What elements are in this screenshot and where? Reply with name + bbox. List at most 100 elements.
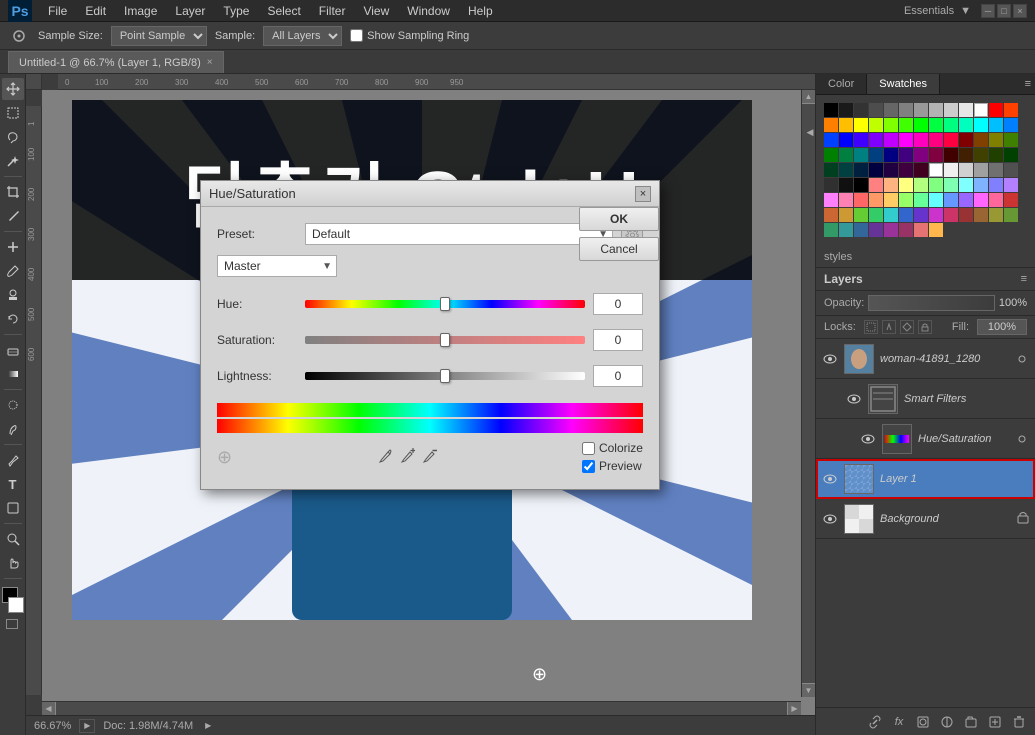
menu-help[interactable]: Help	[460, 2, 501, 20]
swatch-item[interactable]	[989, 208, 1003, 222]
swatch-item[interactable]	[974, 163, 988, 177]
swatch-item[interactable]	[869, 193, 883, 207]
layer-fx-button[interactable]: fx	[889, 712, 909, 732]
dodge-tool[interactable]	[2, 418, 24, 440]
swatch-item[interactable]	[974, 178, 988, 192]
swatch-item[interactable]	[839, 223, 853, 237]
channel-select[interactable]: Master ▼	[217, 255, 337, 277]
preview-checkbox[interactable]	[582, 460, 595, 473]
marquee-tool[interactable]	[2, 102, 24, 124]
hand-tool[interactable]	[2, 552, 24, 574]
swatch-item[interactable]	[974, 133, 988, 147]
swatch-blue[interactable]	[839, 133, 853, 147]
colorize-checkbox[interactable]	[582, 442, 595, 455]
menu-file[interactable]: File	[40, 2, 75, 20]
color-swatches[interactable]	[2, 587, 24, 613]
swatch-dark-green[interactable]	[824, 148, 838, 162]
swatch-item[interactable]	[884, 178, 898, 192]
swatch-item[interactable]	[929, 118, 943, 132]
swatch-item[interactable]	[929, 148, 943, 162]
swatch-item[interactable]	[914, 133, 928, 147]
hue-sat-options[interactable]	[1015, 432, 1029, 446]
swatch-item[interactable]	[944, 178, 958, 192]
swatch-item[interactable]	[914, 103, 928, 117]
swatch-item[interactable]	[989, 193, 1003, 207]
swatch-item[interactable]	[959, 193, 973, 207]
swatch-item[interactable]	[929, 103, 943, 117]
swatch-item[interactable]	[959, 163, 973, 177]
swatch-item[interactable]	[959, 178, 973, 192]
bg-vis[interactable]	[822, 511, 838, 527]
scrollbar-down[interactable]: ▼	[802, 683, 815, 697]
hue-slider-thumb[interactable]	[440, 297, 450, 311]
scrollbar-right[interactable]: ▶	[787, 702, 801, 715]
history-tool[interactable]	[2, 308, 24, 330]
swatch-item[interactable]	[989, 148, 1003, 162]
swatch-red[interactable]	[989, 103, 1003, 117]
swatch-item[interactable]	[899, 163, 913, 177]
layer-mask-button[interactable]	[913, 712, 933, 732]
sample-size-select[interactable]: Point Sample	[111, 26, 207, 46]
swatch-item[interactable]	[929, 223, 943, 237]
hue-value-input[interactable]: 0	[593, 293, 643, 315]
swatch-item[interactable]	[854, 193, 868, 207]
swatch-dark-red[interactable]	[959, 133, 973, 147]
swatch-item[interactable]	[839, 193, 853, 207]
swatch-item[interactable]	[839, 208, 853, 222]
layer-group-button[interactable]	[961, 712, 981, 732]
minimize-button[interactable]: ─	[981, 4, 995, 18]
layer1-vis[interactable]	[822, 471, 838, 487]
swatch-item[interactable]	[1004, 103, 1018, 117]
swatch-purple[interactable]	[914, 148, 928, 162]
hue-dialog-close-button[interactable]: ×	[635, 186, 651, 202]
swatch-item[interactable]	[869, 163, 883, 177]
swatch-item[interactable]	[824, 208, 838, 222]
swatch-white[interactable]	[974, 103, 988, 117]
add-picker-icon[interactable]	[399, 447, 415, 468]
colorize-checkbox-label[interactable]: Colorize	[582, 441, 643, 455]
swatch-item[interactable]	[944, 193, 958, 207]
swatch-item[interactable]	[839, 163, 853, 177]
swatch-teal[interactable]	[854, 148, 868, 162]
swatch-item[interactable]	[989, 178, 1003, 192]
swatch-item[interactable]	[944, 133, 958, 147]
scrollbar-left[interactable]: ◀	[42, 702, 56, 715]
swatch-item[interactable]	[839, 148, 853, 162]
swatch-item[interactable]	[824, 178, 838, 192]
layer-options-icon[interactable]	[1015, 352, 1029, 366]
brush-tool[interactable]	[2, 260, 24, 282]
swatch-item[interactable]	[929, 133, 943, 147]
layers-menu-icon[interactable]: ≡	[1021, 273, 1027, 285]
swatch-item[interactable]	[989, 163, 1003, 177]
swatch-item[interactable]	[884, 103, 898, 117]
swatch-item[interactable]	[944, 103, 958, 117]
saturation-value-input[interactable]: 0	[593, 329, 643, 351]
eyedropper-tool[interactable]	[2, 205, 24, 227]
swatch-item[interactable]	[899, 103, 913, 117]
swatch-item[interactable]	[974, 208, 988, 222]
swatch-item[interactable]	[959, 118, 973, 132]
lock-paint-icon[interactable]	[882, 320, 896, 334]
swatch-item[interactable]	[914, 163, 928, 177]
blur-tool[interactable]	[2, 394, 24, 416]
scrollbar-up[interactable]: ▲	[802, 90, 815, 104]
swatch-item[interactable]	[914, 193, 928, 207]
subtract-picker-icon[interactable]	[421, 447, 437, 468]
swatch-item[interactable]	[1004, 148, 1018, 162]
swatch-item[interactable]	[959, 208, 973, 222]
swatch-item[interactable]	[854, 163, 868, 177]
hue-sat-vis[interactable]	[860, 431, 876, 447]
lock-all-icon[interactable]	[918, 320, 932, 334]
swatch-item[interactable]	[824, 193, 838, 207]
swatch-item[interactable]	[989, 118, 1003, 132]
swatch-item[interactable]	[884, 118, 898, 132]
swatch-green[interactable]	[914, 118, 928, 132]
swatch-item[interactable]	[1004, 193, 1018, 207]
vertical-scrollbar[interactable]: ▲ ▼	[801, 90, 815, 697]
layer-item-woman[interactable]: woman-41891_1280	[816, 339, 1035, 379]
ok-button[interactable]: OK	[579, 207, 659, 231]
swatch-item[interactable]	[839, 178, 853, 192]
swatch-item[interactable]	[929, 208, 943, 222]
swatch-item[interactable]	[1004, 178, 1018, 192]
swatch-item[interactable]	[914, 208, 928, 222]
